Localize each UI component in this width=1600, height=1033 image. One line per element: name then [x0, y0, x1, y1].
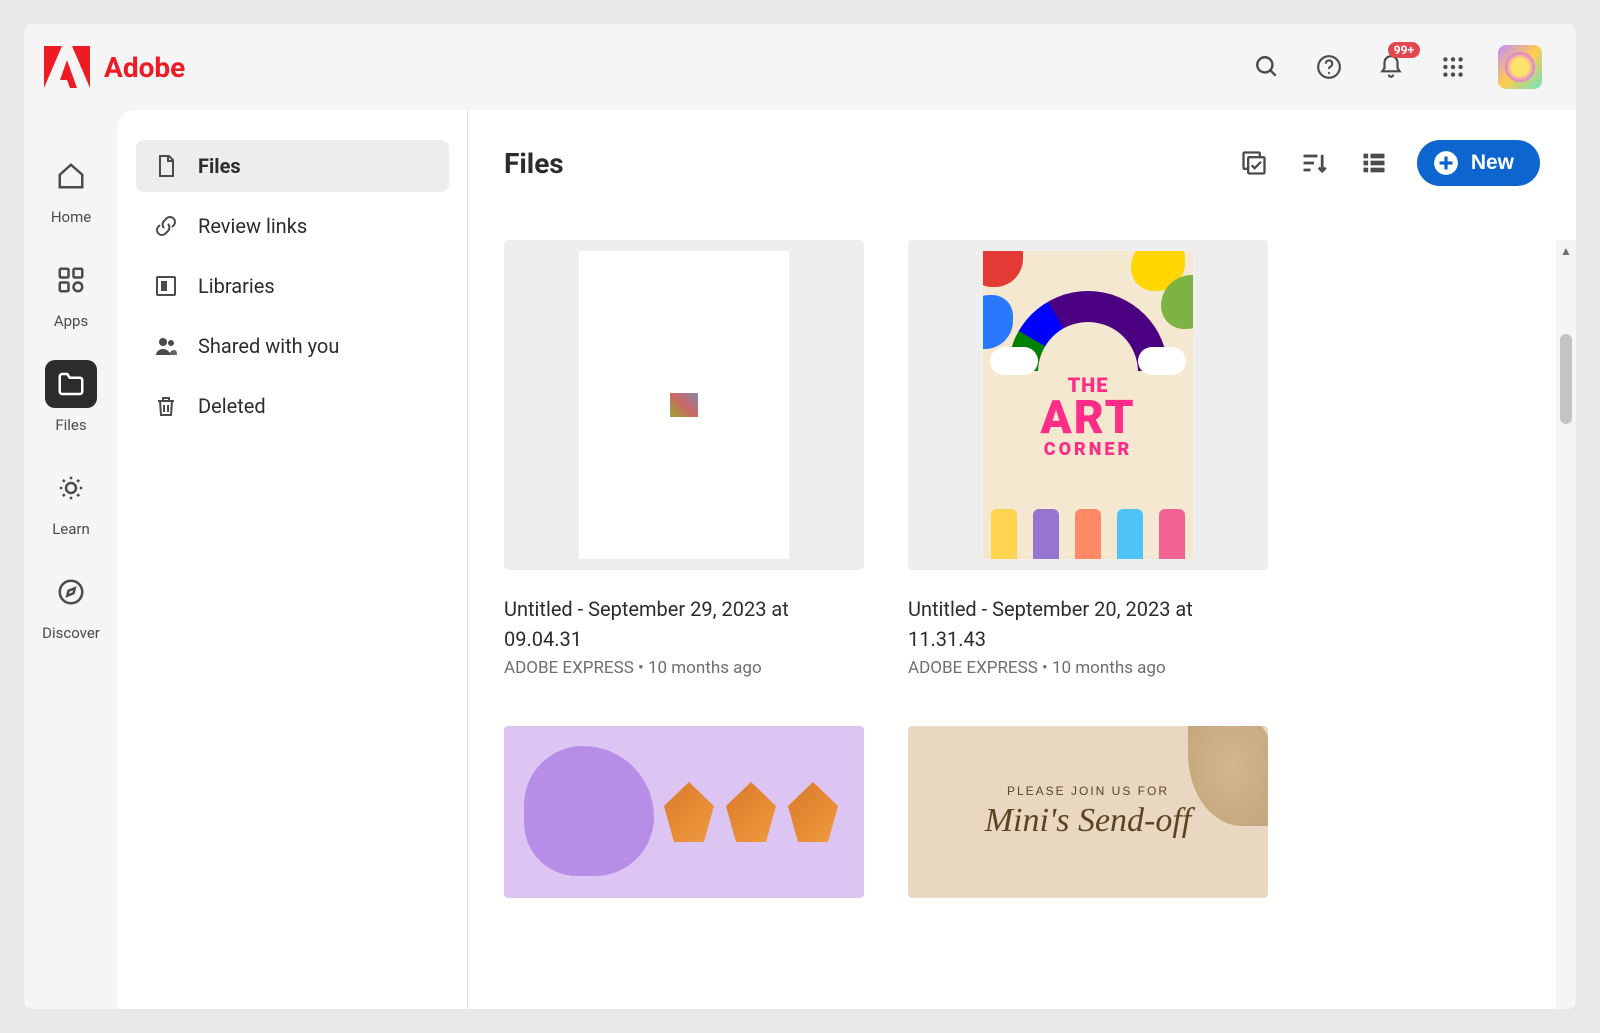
- trash-icon: [154, 394, 178, 418]
- file-card[interactable]: THE ART CORNER: [908, 240, 1268, 678]
- file-meta: ADOBE EXPRESS • 10 months ago: [908, 658, 1268, 678]
- left-rail: Home Apps Files Learn: [24, 110, 118, 1009]
- new-button-label: New: [1471, 151, 1514, 175]
- content-header: Files New: [504, 140, 1540, 186]
- side-nav-label: Files: [198, 154, 241, 178]
- brand-text: Adobe: [104, 51, 185, 84]
- rail-label: Home: [51, 208, 91, 226]
- side-nav-label: Deleted: [198, 394, 266, 418]
- rail-label: Discover: [42, 624, 100, 642]
- file-thumbnail: PLEASE JOIN US FOR Mini's Send-off: [908, 726, 1268, 898]
- rail-item-learn[interactable]: Learn: [45, 464, 97, 538]
- side-nav-label: Libraries: [198, 274, 275, 298]
- thumbnail-text: PLEASE JOIN US FOR: [1007, 784, 1169, 798]
- side-nav-review-links[interactable]: Review links: [136, 200, 449, 252]
- file-title: Untitled - September 20, 2023 at 11.31.4…: [908, 594, 1268, 654]
- libraries-icon: [154, 274, 178, 298]
- file-title: Untitled - September 29, 2023 at 09.04.3…: [504, 594, 864, 654]
- topbar-actions: 99+: [1250, 45, 1542, 89]
- scrollbar-thumb[interactable]: [1560, 334, 1572, 424]
- thumbnail-text: CORNER: [1040, 441, 1135, 459]
- notifications-icon[interactable]: 99+: [1374, 50, 1408, 84]
- scrollbar[interactable]: ▲: [1556, 240, 1576, 1009]
- files-grid: Untitled - September 29, 2023 at 09.04.3…: [504, 240, 1520, 898]
- plus-circle-icon: [1433, 150, 1459, 176]
- search-icon[interactable]: [1250, 50, 1284, 84]
- rail-label: Files: [55, 416, 86, 434]
- side-nav-label: Shared with you: [198, 334, 339, 358]
- shared-icon: [154, 334, 178, 358]
- learn-icon: [45, 464, 97, 512]
- rail-item-home[interactable]: Home: [45, 152, 97, 226]
- apps-icon: [45, 256, 97, 304]
- file-thumbnail: [504, 726, 864, 898]
- side-nav-shared[interactable]: Shared with you: [136, 320, 449, 372]
- rail-item-apps[interactable]: Apps: [45, 256, 97, 330]
- avatar[interactable]: [1498, 45, 1542, 89]
- thumbnail-text: ART: [1040, 395, 1135, 441]
- folder-icon: [45, 360, 97, 408]
- rail-item-discover[interactable]: Discover: [42, 568, 100, 642]
- notifications-badge: 99+: [1388, 42, 1420, 58]
- rail-label: Learn: [52, 520, 90, 538]
- thumbnail-text: Mini's Send-off: [985, 802, 1192, 840]
- compass-icon: [45, 568, 97, 616]
- select-mode-icon[interactable]: [1237, 146, 1271, 180]
- rail-item-files[interactable]: Files: [45, 360, 97, 434]
- help-icon[interactable]: [1312, 50, 1346, 84]
- page-title: Files: [504, 147, 564, 180]
- scroll-up-icon[interactable]: ▲: [1560, 244, 1572, 258]
- home-icon: [45, 152, 97, 200]
- list-view-icon[interactable]: [1357, 146, 1391, 180]
- side-nav-label: Review links: [198, 214, 307, 238]
- adobe-logo-icon: [44, 46, 90, 88]
- file-thumbnail: [504, 240, 864, 570]
- side-nav: Files Review links Libraries Shared with…: [118, 110, 468, 1009]
- apps-grid-icon[interactable]: [1436, 50, 1470, 84]
- link-icon: [154, 214, 178, 238]
- side-nav-libraries[interactable]: Libraries: [136, 260, 449, 312]
- file-icon: [154, 154, 178, 178]
- new-button[interactable]: New: [1417, 140, 1540, 186]
- sort-icon[interactable]: [1297, 146, 1331, 180]
- side-nav-deleted[interactable]: Deleted: [136, 380, 449, 432]
- rail-label: Apps: [54, 312, 88, 330]
- brand[interactable]: Adobe: [44, 46, 185, 88]
- file-card[interactable]: PLEASE JOIN US FOR Mini's Send-off: [908, 726, 1268, 898]
- file-meta: ADOBE EXPRESS • 10 months ago: [504, 658, 864, 678]
- file-card[interactable]: [504, 726, 864, 898]
- file-card[interactable]: Untitled - September 29, 2023 at 09.04.3…: [504, 240, 864, 678]
- topbar: Adobe 99+: [24, 24, 1576, 110]
- side-nav-files[interactable]: Files: [136, 140, 449, 192]
- file-thumbnail: THE ART CORNER: [908, 240, 1268, 570]
